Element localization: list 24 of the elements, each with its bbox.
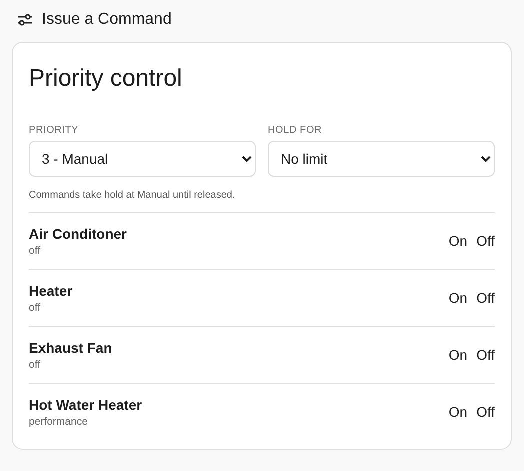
- device-status: off: [29, 302, 42, 314]
- command-button[interactable]: On: [448, 347, 468, 363]
- device-name: Heater: [29, 282, 73, 298]
- card-title: Priority control: [29, 65, 184, 93]
- device-name: Air Conditoner: [29, 226, 127, 242]
- command-button[interactable]: Off: [476, 404, 495, 420]
- command-button[interactable]: On: [448, 404, 468, 420]
- field-label: HOLD FOR: [268, 125, 324, 136]
- command-button[interactable]: Off: [476, 347, 495, 363]
- section-title: Issue a Command: [42, 11, 172, 29]
- hint-text: Commands take hold at Manual until released.: [29, 190, 495, 213]
- field-label: PRIORITY: [29, 125, 80, 136]
- device-name: Hot Water Heater: [29, 396, 142, 412]
- device-status: performance: [29, 416, 89, 428]
- device-name: Exhaust Fan: [29, 340, 112, 356]
- command-button[interactable]: On: [448, 233, 468, 249]
- dropdown[interactable]: 3 - Manual: [29, 141, 256, 177]
- command-button[interactable]: Off: [476, 233, 495, 249]
- device-status: off: [29, 358, 42, 370]
- sliders-icon: [17, 13, 33, 27]
- dropdown[interactable]: No limit: [268, 141, 495, 177]
- device-status: off: [29, 244, 42, 256]
- command-button[interactable]: Off: [476, 290, 495, 306]
- command-button[interactable]: On: [448, 290, 468, 306]
